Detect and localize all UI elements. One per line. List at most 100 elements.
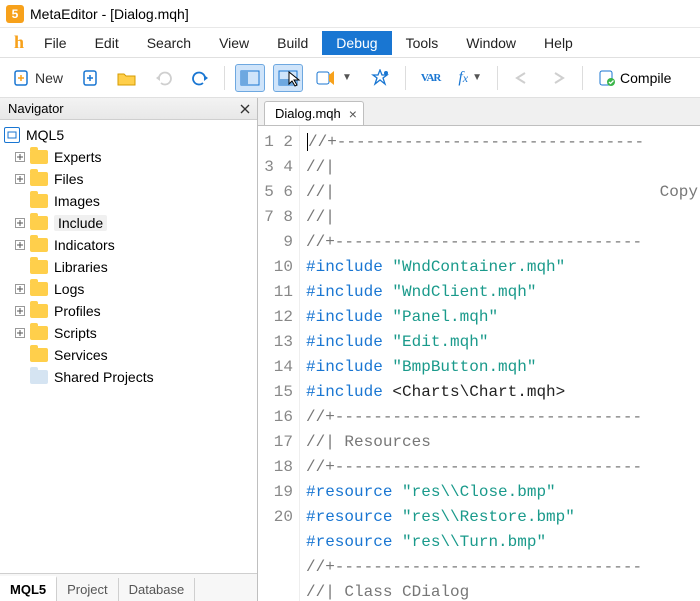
tree-item-label: Logs — [54, 281, 84, 297]
folder-icon — [30, 238, 48, 252]
new-button[interactable]: New — [8, 64, 68, 92]
tree-item-scripts[interactable]: Scripts — [0, 322, 257, 344]
tree-root-label: MQL5 — [26, 127, 64, 143]
tree-item-label: Images — [54, 193, 100, 209]
menu-search[interactable]: Search — [133, 31, 205, 55]
folder-icon — [30, 150, 48, 164]
body-split: Navigator MQL5 Experts Files Images Include… — [0, 98, 700, 601]
navigator-title: Navigator — [8, 101, 64, 116]
undo-button[interactable] — [150, 64, 178, 92]
tree-root[interactable]: MQL5 — [0, 124, 257, 146]
tree-item-images[interactable]: Images — [0, 190, 257, 212]
folder-icon — [30, 282, 48, 296]
show-navigator-button[interactable] — [235, 64, 265, 92]
code-editor[interactable]: 1 2 3 4 5 6 7 8 9 10 11 12 13 14 15 16 1… — [258, 126, 700, 601]
file-tab-bar: Dialog.mqh × — [258, 98, 700, 126]
tree-item-experts[interactable]: Experts — [0, 146, 257, 168]
folder-icon — [30, 326, 48, 340]
expand-icon[interactable] — [12, 215, 28, 231]
tree-item-label: Shared Projects — [54, 369, 154, 385]
new-button-label: New — [35, 70, 63, 86]
folder-icon — [30, 348, 48, 362]
menu-debug[interactable]: Debug — [322, 31, 391, 55]
menu-bar: h FileEditSearchViewBuildDebugToolsWindo… — [0, 28, 700, 58]
menu-tools[interactable]: Tools — [392, 31, 453, 55]
title-bar: 5 MetaEditor - [Dialog.mqh] — [0, 0, 700, 28]
tree-item-label: Profiles — [54, 303, 101, 319]
toolbar-separator — [224, 66, 225, 90]
tree-spacer — [12, 193, 28, 209]
toolbar-separator — [405, 66, 406, 90]
folder-icon — [30, 370, 48, 384]
tree-spacer — [12, 369, 28, 385]
tree-item-files[interactable]: Files — [0, 168, 257, 190]
folder-icon — [30, 172, 48, 186]
menu-build[interactable]: Build — [263, 31, 322, 55]
intellisense-button[interactable]: ▼ — [311, 64, 357, 92]
new-blank-button[interactable] — [76, 64, 104, 92]
cursor-icon — [288, 71, 304, 87]
app-icon: 5 — [6, 5, 24, 23]
tree-spacer — [12, 259, 28, 275]
nav-back-button[interactable] — [508, 64, 536, 92]
nav-forward-button[interactable] — [544, 64, 572, 92]
toolbar-separator — [497, 66, 498, 90]
redo-button[interactable] — [186, 64, 214, 92]
folder-icon — [30, 260, 48, 274]
line-gutter: 1 2 3 4 5 6 7 8 9 10 11 12 13 14 15 16 1… — [258, 126, 300, 601]
tree-item-libraries[interactable]: Libraries — [0, 256, 257, 278]
tree-item-label: Experts — [54, 149, 101, 165]
editor-area: Dialog.mqh × 1 2 3 4 5 6 7 8 9 10 11 12 … — [258, 98, 700, 601]
expand-icon[interactable] — [12, 237, 28, 253]
folder-icon — [30, 304, 48, 318]
nav-tab-project[interactable]: Project — [57, 578, 118, 601]
navigator-panel: Navigator MQL5 Experts Files Images Include… — [0, 98, 258, 601]
nav-tab-database[interactable]: Database — [119, 578, 196, 601]
folder-icon — [30, 216, 48, 230]
tree-item-label: Scripts — [54, 325, 97, 341]
ai-assist-button[interactable] — [365, 64, 395, 92]
toolbar: New ▼ VAR fx ▼ Compile — [0, 58, 700, 98]
expand-icon[interactable] — [12, 325, 28, 341]
menu-help[interactable]: Help — [530, 31, 587, 55]
mql5-icon — [4, 127, 20, 143]
tree-item-profiles[interactable]: Profiles — [0, 300, 257, 322]
tree-item-label: Include — [54, 215, 107, 231]
tree-item-label: Libraries — [54, 259, 108, 275]
tree-item-shared-projects[interactable]: Shared Projects — [0, 366, 257, 388]
code-lines[interactable]: //+-------------------------------- //| … — [300, 126, 700, 601]
tree-item-services[interactable]: Services — [0, 344, 257, 366]
tree-item-label: Services — [54, 347, 108, 363]
functions-button[interactable]: fx ▼ — [453, 64, 487, 92]
tree-item-indicators[interactable]: Indicators — [0, 234, 257, 256]
variables-button[interactable]: VAR — [416, 64, 445, 92]
nav-tab-mql5[interactable]: MQL5 — [0, 576, 57, 601]
navigator-header: Navigator — [0, 98, 257, 120]
window-title: MetaEditor - [Dialog.mqh] — [30, 6, 189, 22]
show-toolbox-button[interactable] — [273, 64, 303, 92]
folder-icon — [30, 194, 48, 208]
expand-icon[interactable] — [12, 171, 28, 187]
navigator-tree[interactable]: MQL5 Experts Files Images Include Indicators… — [0, 120, 257, 573]
tree-item-include[interactable]: Include — [0, 212, 257, 234]
tree-item-label: Files — [54, 171, 84, 187]
expand-icon[interactable] — [12, 303, 28, 319]
compile-button[interactable]: Compile — [593, 64, 676, 92]
menu-edit[interactable]: Edit — [81, 31, 133, 55]
file-tab-label: Dialog.mqh — [275, 106, 341, 121]
compile-button-label: Compile — [620, 70, 671, 86]
menu-view[interactable]: View — [205, 31, 263, 55]
navigator-tabs: MQL5ProjectDatabase — [0, 573, 257, 601]
navigator-close-icon[interactable] — [237, 101, 253, 117]
tree-item-logs[interactable]: Logs — [0, 278, 257, 300]
open-button[interactable] — [112, 64, 142, 92]
menu-window[interactable]: Window — [452, 31, 530, 55]
expand-icon[interactable] — [12, 149, 28, 165]
toolbar-separator — [582, 66, 583, 90]
menu-file[interactable]: File — [30, 31, 81, 55]
close-tab-icon[interactable]: × — [349, 107, 357, 121]
expand-icon[interactable] — [12, 281, 28, 297]
tree-item-label: Indicators — [54, 237, 115, 253]
file-tab[interactable]: Dialog.mqh × — [264, 101, 364, 125]
menubar-prefix-icon: h — [4, 32, 30, 53]
